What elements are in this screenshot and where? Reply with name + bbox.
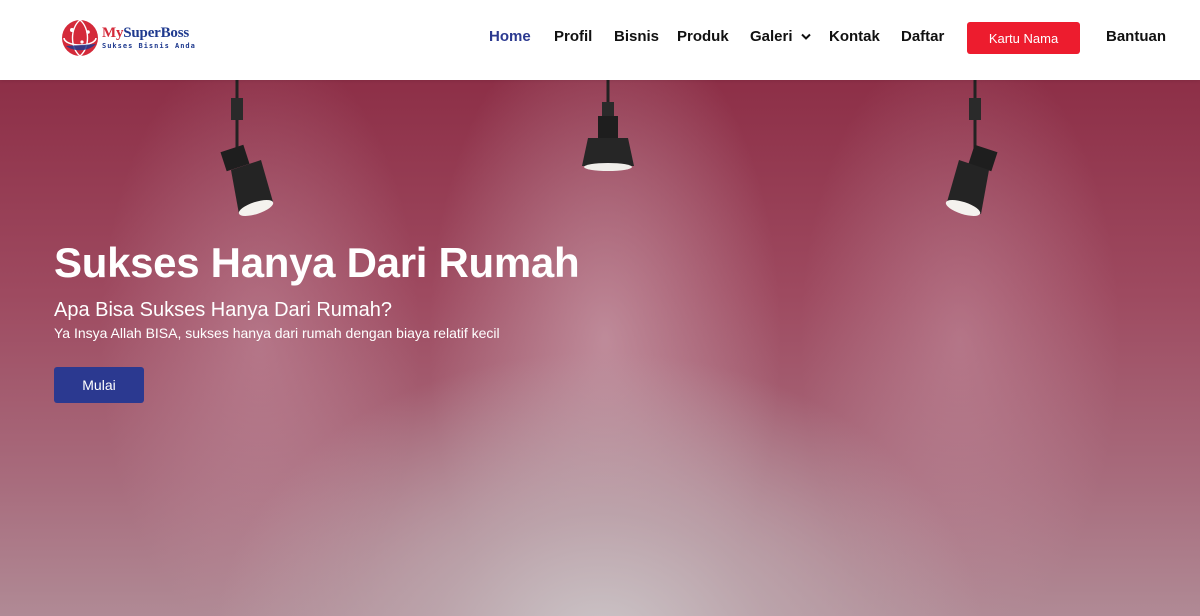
mulai-button[interactable]: Mulai: [54, 367, 144, 403]
site-header: MySuperBoss Sukses Bisnis Anda Home Prof…: [0, 0, 1200, 80]
nav-item-kontak[interactable]: Kontak: [829, 28, 880, 45]
nav-item-daftar[interactable]: Daftar: [901, 28, 944, 45]
nav-item-produk[interactable]: Produk: [677, 28, 729, 45]
nav-item-bantuan[interactable]: Bantuan: [1106, 28, 1166, 45]
kartu-nama-button[interactable]: Kartu Nama: [967, 22, 1080, 54]
nav-item-bisnis[interactable]: Bisnis: [614, 28, 659, 45]
hero-description: Ya Insya Allah BISA, sukses hanya dari r…: [54, 325, 500, 341]
main-nav: Home Profil Bisnis Produk Galeri Kontak …: [0, 0, 1200, 80]
spotlight-right-icon: [945, 80, 998, 216]
chevron-down-icon: [800, 33, 811, 40]
spotlight-center-icon: [582, 80, 634, 171]
nav-item-profil[interactable]: Profil: [554, 28, 592, 45]
hero-subtitle: Apa Bisa Sukses Hanya Dari Rumah?: [54, 299, 392, 321]
hero-title: Sukses Hanya Dari Rumah: [54, 239, 580, 286]
hero-content: Sukses Hanya Dari Rumah Apa Bisa Sukses …: [54, 240, 754, 342]
nav-item-galeri[interactable]: Galeri: [750, 28, 811, 45]
nav-item-home[interactable]: Home: [489, 28, 531, 45]
spotlight-left-icon: [220, 80, 274, 216]
nav-item-galeri-label: Galeri: [750, 28, 793, 45]
hero-section: Sukses Hanya Dari Rumah Apa Bisa Sukses …: [0, 80, 1200, 616]
